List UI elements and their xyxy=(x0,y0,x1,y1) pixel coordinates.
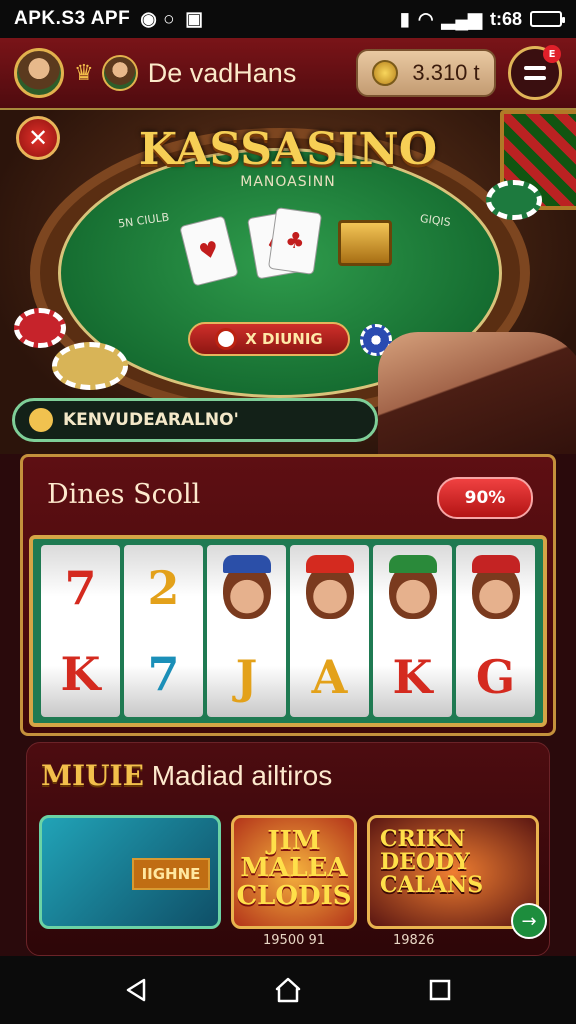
promo-text: KENVUDEARALNO' xyxy=(63,410,239,430)
coin-icon xyxy=(372,60,399,86)
game-card[interactable]: JIM MALEA CLODIS xyxy=(231,815,357,929)
reel-symbol-bottom: J xyxy=(235,649,258,704)
trophy-icon xyxy=(29,408,53,432)
notification-badge: E xyxy=(543,45,561,63)
slots-badge[interactable]: 90% xyxy=(437,477,533,519)
menu-button[interactable]: E xyxy=(508,45,562,100)
recents-icon[interactable] xyxy=(420,970,460,1010)
slot-reel: K xyxy=(373,545,452,717)
slot-reels[interactable]: 7 K 2 7 J A K G xyxy=(29,535,547,727)
game-card[interactable]: IIGHNE xyxy=(39,815,221,929)
coin-balance[interactable]: 3.310 t xyxy=(356,49,496,97)
status-bar: APK.S3 APF ◉ ○ ▣ ▮ ◠ ▂▄▆ t:68 xyxy=(0,0,576,38)
dealer-hand xyxy=(378,332,576,454)
poker-chip-icon xyxy=(52,342,128,390)
reel-symbol-bottom: K xyxy=(60,647,101,701)
signal-icon: ▂▄▆ xyxy=(441,8,482,29)
reel-symbol-top: 2 xyxy=(147,561,180,615)
app-header: ♛ De vadHans 3.310 t E xyxy=(0,38,576,110)
chip-icon xyxy=(215,328,238,350)
face-icon xyxy=(222,554,271,619)
deal-button-label: X DIUNIG xyxy=(245,330,323,348)
game-card-label: IIGHNE xyxy=(132,858,210,890)
promo-bar[interactable]: KENVUDEARALNO' xyxy=(12,398,378,442)
image-icon: ▣ xyxy=(185,8,204,30)
slot-reel: J xyxy=(207,545,286,717)
slot-reel: 7 K xyxy=(41,545,120,717)
status-left-text: APK.S3 APF xyxy=(14,8,131,29)
crown-icon: ♛ xyxy=(74,60,94,86)
game-card-price: 19826 xyxy=(393,933,435,948)
reel-symbol-bottom: 7 xyxy=(147,647,180,701)
system-navigation-bar xyxy=(0,956,576,1024)
games-section: MIUIE Madiad ailtiros IIGHNE JIM MALEA C… xyxy=(26,742,550,956)
menu-line xyxy=(524,66,546,70)
casino-table-banner[interactable]: KASSASINO MANOASINN 5N CIULB GIQIS ♥ ♦ ♣… xyxy=(0,110,576,454)
poker-chip-icon xyxy=(14,308,66,348)
back-icon[interactable] xyxy=(116,970,156,1010)
reel-symbol-top: 7 xyxy=(64,561,97,615)
reel-symbol-bottom: G xyxy=(475,649,516,704)
header-title: De vadHans xyxy=(147,57,297,88)
friend-avatar[interactable] xyxy=(101,55,138,91)
battery-icon xyxy=(530,11,565,27)
reel-symbol-bottom: K xyxy=(392,649,433,704)
vibrate-icon: ▮ xyxy=(399,8,410,29)
status-time: t:68 xyxy=(489,8,522,29)
gold-chest-icon xyxy=(338,220,392,266)
games-title-prefix: MIUIE xyxy=(41,759,144,792)
game-card-label: CRIKN DEODY CALANS xyxy=(380,826,484,899)
menu-line xyxy=(524,76,546,80)
games-title-rest: Madiad ailtiros xyxy=(143,760,333,791)
hero-subtitle: MANOASINN xyxy=(240,174,336,190)
face-icon xyxy=(305,554,354,619)
hero-title: KASSASINO xyxy=(138,124,438,175)
wifi-icon: ◠ xyxy=(417,8,434,29)
face-icon xyxy=(471,554,520,619)
slot-reel: 2 7 xyxy=(124,545,203,717)
poker-chip-icon xyxy=(486,180,542,220)
close-icon[interactable]: ✕ xyxy=(16,116,60,160)
slot-reel: G xyxy=(456,545,535,717)
slots-panel: Dines Scoll 90% 7 K 2 7 J A K G xyxy=(20,454,556,736)
slots-title: Dines Scoll xyxy=(47,479,201,510)
playing-card: ♣ xyxy=(267,207,323,275)
face-icon xyxy=(388,554,437,619)
game-card-price: 19500 91 xyxy=(263,933,326,948)
slot-reel: A xyxy=(290,545,369,717)
deal-button[interactable]: X DIUNIG xyxy=(188,322,350,356)
home-icon[interactable] xyxy=(268,970,308,1010)
game-card-label: JIM MALEA CLODIS xyxy=(236,826,352,911)
avatar[interactable] xyxy=(14,48,64,98)
games-title: MIUIE Madiad ailtiros xyxy=(41,759,332,792)
more-games-button[interactable]: → xyxy=(511,903,547,939)
coin-amount: 3.310 t xyxy=(412,60,480,85)
record-icon: ◉ ○ xyxy=(140,8,176,30)
reel-symbol-bottom: A xyxy=(311,649,348,704)
